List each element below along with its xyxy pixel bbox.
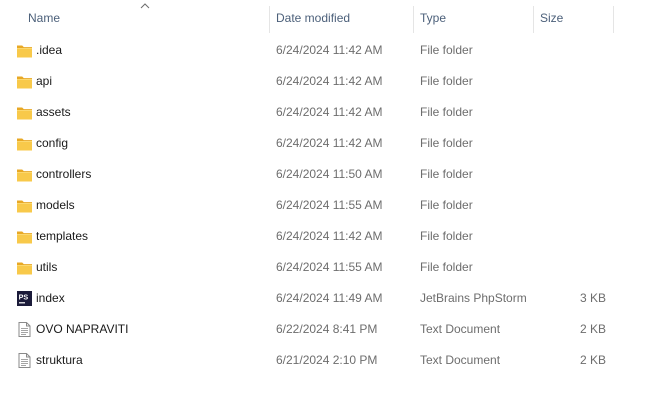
file-row[interactable]: config 6/24/2024 11:42 AM File folder: [0, 128, 657, 159]
file-size: 3 KB: [579, 291, 606, 305]
file-type: Text Document: [420, 353, 501, 367]
file-name: models: [36, 198, 75, 212]
file-name: struktura: [36, 353, 83, 367]
file-row[interactable]: templates 6/24/2024 11:42 AM File folder: [0, 221, 657, 252]
column-header-name[interactable]: Name: [28, 0, 60, 35]
file-size: 2 KB: [579, 353, 606, 367]
file-row[interactable]: api 6/24/2024 11:42 AM File folder: [0, 66, 657, 97]
file-name: api: [36, 74, 53, 88]
file-name: utils: [36, 260, 58, 274]
column-header-size[interactable]: Size: [540, 0, 563, 35]
file-date-modified: 6/24/2024 11:55 AM: [276, 260, 383, 274]
file-type: File folder: [420, 74, 473, 88]
file-name: .idea: [36, 43, 63, 57]
file-type: File folder: [420, 167, 473, 181]
file-date-modified: 6/24/2024 11:42 AM: [276, 74, 383, 88]
file-date-modified: 6/24/2024 11:55 AM: [276, 198, 383, 212]
folder-icon: [16, 104, 33, 121]
folder-icon: [16, 166, 33, 183]
file-date-modified: 6/21/2024 2:10 PM: [276, 353, 378, 367]
file-type: File folder: [420, 198, 473, 212]
file-date-modified: 6/24/2024 11:50 AM: [276, 167, 383, 181]
folder-icon: [16, 135, 33, 152]
folder-icon: [16, 197, 33, 214]
file-date-modified: 6/22/2024 8:41 PM: [276, 322, 378, 336]
file-type: Text Document: [420, 322, 501, 336]
column-divider[interactable]: [533, 6, 534, 33]
file-row[interactable]: .idea 6/24/2024 11:42 AM File folder: [0, 35, 657, 66]
svg-text:PS: PS: [19, 293, 29, 302]
column-divider[interactable]: [269, 6, 270, 33]
file-type: File folder: [420, 136, 473, 150]
text-document-icon: [16, 321, 33, 338]
file-type: File folder: [420, 260, 473, 274]
folder-icon: [16, 228, 33, 245]
file-name: index: [36, 291, 65, 305]
file-date-modified: 6/24/2024 11:42 AM: [276, 229, 383, 243]
folder-icon: [16, 42, 33, 59]
file-row[interactable]: controllers 6/24/2024 11:50 AM File folder: [0, 159, 657, 190]
file-type: File folder: [420, 105, 473, 119]
file-name: config: [36, 136, 69, 150]
file-name: controllers: [36, 167, 92, 181]
file-row[interactable]: assets 6/24/2024 11:42 AM File folder: [0, 97, 657, 128]
phpstorm-file-icon: PS: [16, 290, 33, 307]
file-row[interactable]: PS index 6/24/2024 11:49 AM JetBrains PhpSt…: [0, 283, 657, 314]
column-header-bar: Name Date modified Type Size: [0, 0, 657, 35]
folder-icon: [16, 73, 33, 90]
file-name: OVO NAPRAVITI: [36, 322, 129, 336]
column-header-date-modified[interactable]: Date modified: [276, 0, 350, 35]
text-document-icon: [16, 352, 33, 369]
file-type: File folder: [420, 43, 473, 57]
file-date-modified: 6/24/2024 11:42 AM: [276, 136, 383, 150]
file-type: File folder: [420, 229, 473, 243]
column-divider[interactable]: [413, 6, 414, 33]
folder-icon: [16, 259, 33, 276]
column-header-type[interactable]: Type: [420, 0, 446, 35]
file-row[interactable]: OVO NAPRAVITI 6/22/2024 8:41 PM Text Docum…: [0, 314, 657, 345]
sort-ascending-icon: [140, 3, 150, 9]
file-date-modified: 6/24/2024 11:42 AM: [276, 43, 383, 57]
file-size: 2 KB: [579, 322, 606, 336]
file-name: assets: [36, 105, 71, 119]
file-date-modified: 6/24/2024 11:49 AM: [276, 291, 383, 305]
column-divider[interactable]: [613, 6, 614, 33]
file-type: JetBrains PhpStorm: [420, 291, 527, 305]
file-row[interactable]: struktura 6/21/2024 2:10 PM Text Document 2…: [0, 345, 657, 376]
file-row[interactable]: models 6/24/2024 11:55 AM File folder: [0, 190, 657, 221]
file-date-modified: 6/24/2024 11:42 AM: [276, 105, 383, 119]
file-row[interactable]: utils 6/24/2024 11:55 AM File folder: [0, 252, 657, 283]
file-name: templates: [36, 229, 89, 243]
